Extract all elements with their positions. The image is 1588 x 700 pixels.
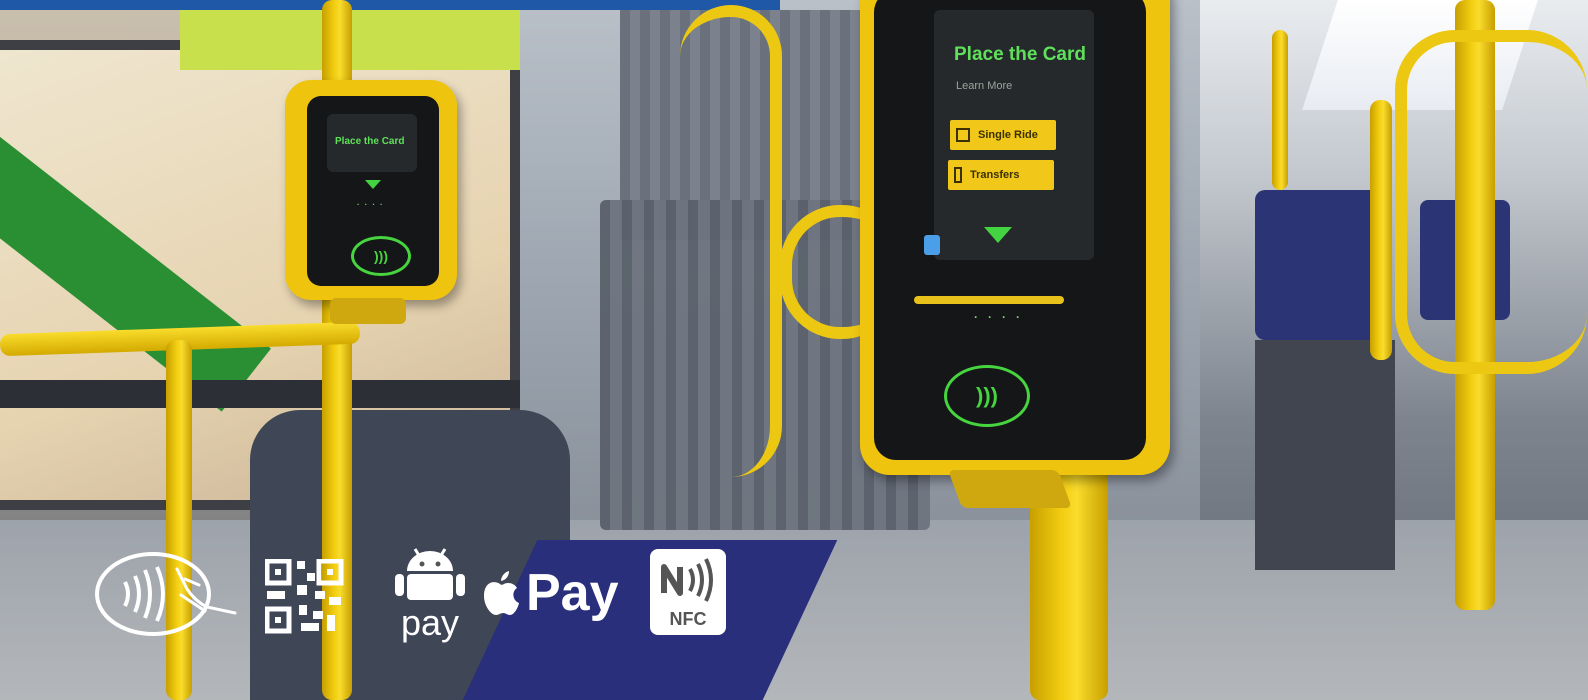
pole-left-short (166, 340, 192, 700)
validator-large-screen: Place the Card Learn More Single Ride Tr… (874, 0, 1146, 460)
apple-pay-label: Pay (526, 564, 619, 622)
transfers-label: Transfers (970, 169, 1020, 181)
validator-small: Place the Card ···· ))) (285, 80, 457, 300)
apple-pay-icon: Pay (480, 563, 619, 623)
led-indicators: ···· (974, 310, 1030, 324)
contactless-reader-icon: ))) (944, 365, 1030, 427)
single-ride-button[interactable]: Single Ride (950, 120, 1056, 150)
transfers-button[interactable]: Transfers (948, 160, 1054, 190)
rail-arc-right (1395, 30, 1587, 374)
contactless-payment-icon (95, 552, 237, 636)
card-slot (914, 296, 1064, 304)
pole-right-mid (1370, 100, 1392, 360)
validator-small-title: Place the Card (335, 136, 405, 147)
android-pay-label: pay (400, 602, 460, 643)
nfc-label: NFC (669, 609, 707, 629)
pole-right-far (1272, 30, 1288, 190)
validator-small-screen: Place the Card ···· ))) (307, 96, 439, 286)
validator-small-clamp (330, 298, 406, 324)
top-blue-bar (0, 0, 780, 10)
seat-right-base (1255, 340, 1395, 570)
validator-large: Place the Card Learn More Single Ride Tr… (860, 0, 1170, 475)
transit-photo-scene: Place the Card ···· ))) Place the Card L… (0, 0, 1588, 700)
single-ride-label: Single Ride (978, 129, 1038, 141)
validator-large-clamp (948, 470, 1072, 508)
validator-small-display: Place the Card (327, 114, 417, 172)
seat-right-blue (1255, 190, 1385, 340)
rail-arc-middle (680, 5, 782, 477)
validator-large-subtitle: Learn More (956, 80, 1013, 92)
contactless-reader-icon: ))) (351, 236, 411, 276)
qr-code-icon (265, 559, 344, 634)
nfc-icon (661, 558, 713, 602)
nfc-badge: NFC (650, 549, 726, 635)
info-icon[interactable] (924, 235, 940, 255)
transfer-icon (954, 167, 962, 183)
validator-large-display: Place the Card Learn More Single Ride Tr… (934, 10, 1094, 260)
android-robot-icon (395, 548, 465, 600)
window-sill (0, 380, 520, 408)
payment-methods-row: pay Pay NFC (95, 545, 735, 645)
validator-large-title: Place the Card (954, 44, 1086, 65)
down-arrow-icon (984, 227, 1012, 243)
apple-logo-icon (484, 571, 519, 615)
android-pay-icon: pay (385, 545, 475, 645)
ticket-icon (956, 128, 970, 142)
led-indicators: ···· (357, 200, 388, 209)
down-arrow-icon (365, 180, 381, 189)
